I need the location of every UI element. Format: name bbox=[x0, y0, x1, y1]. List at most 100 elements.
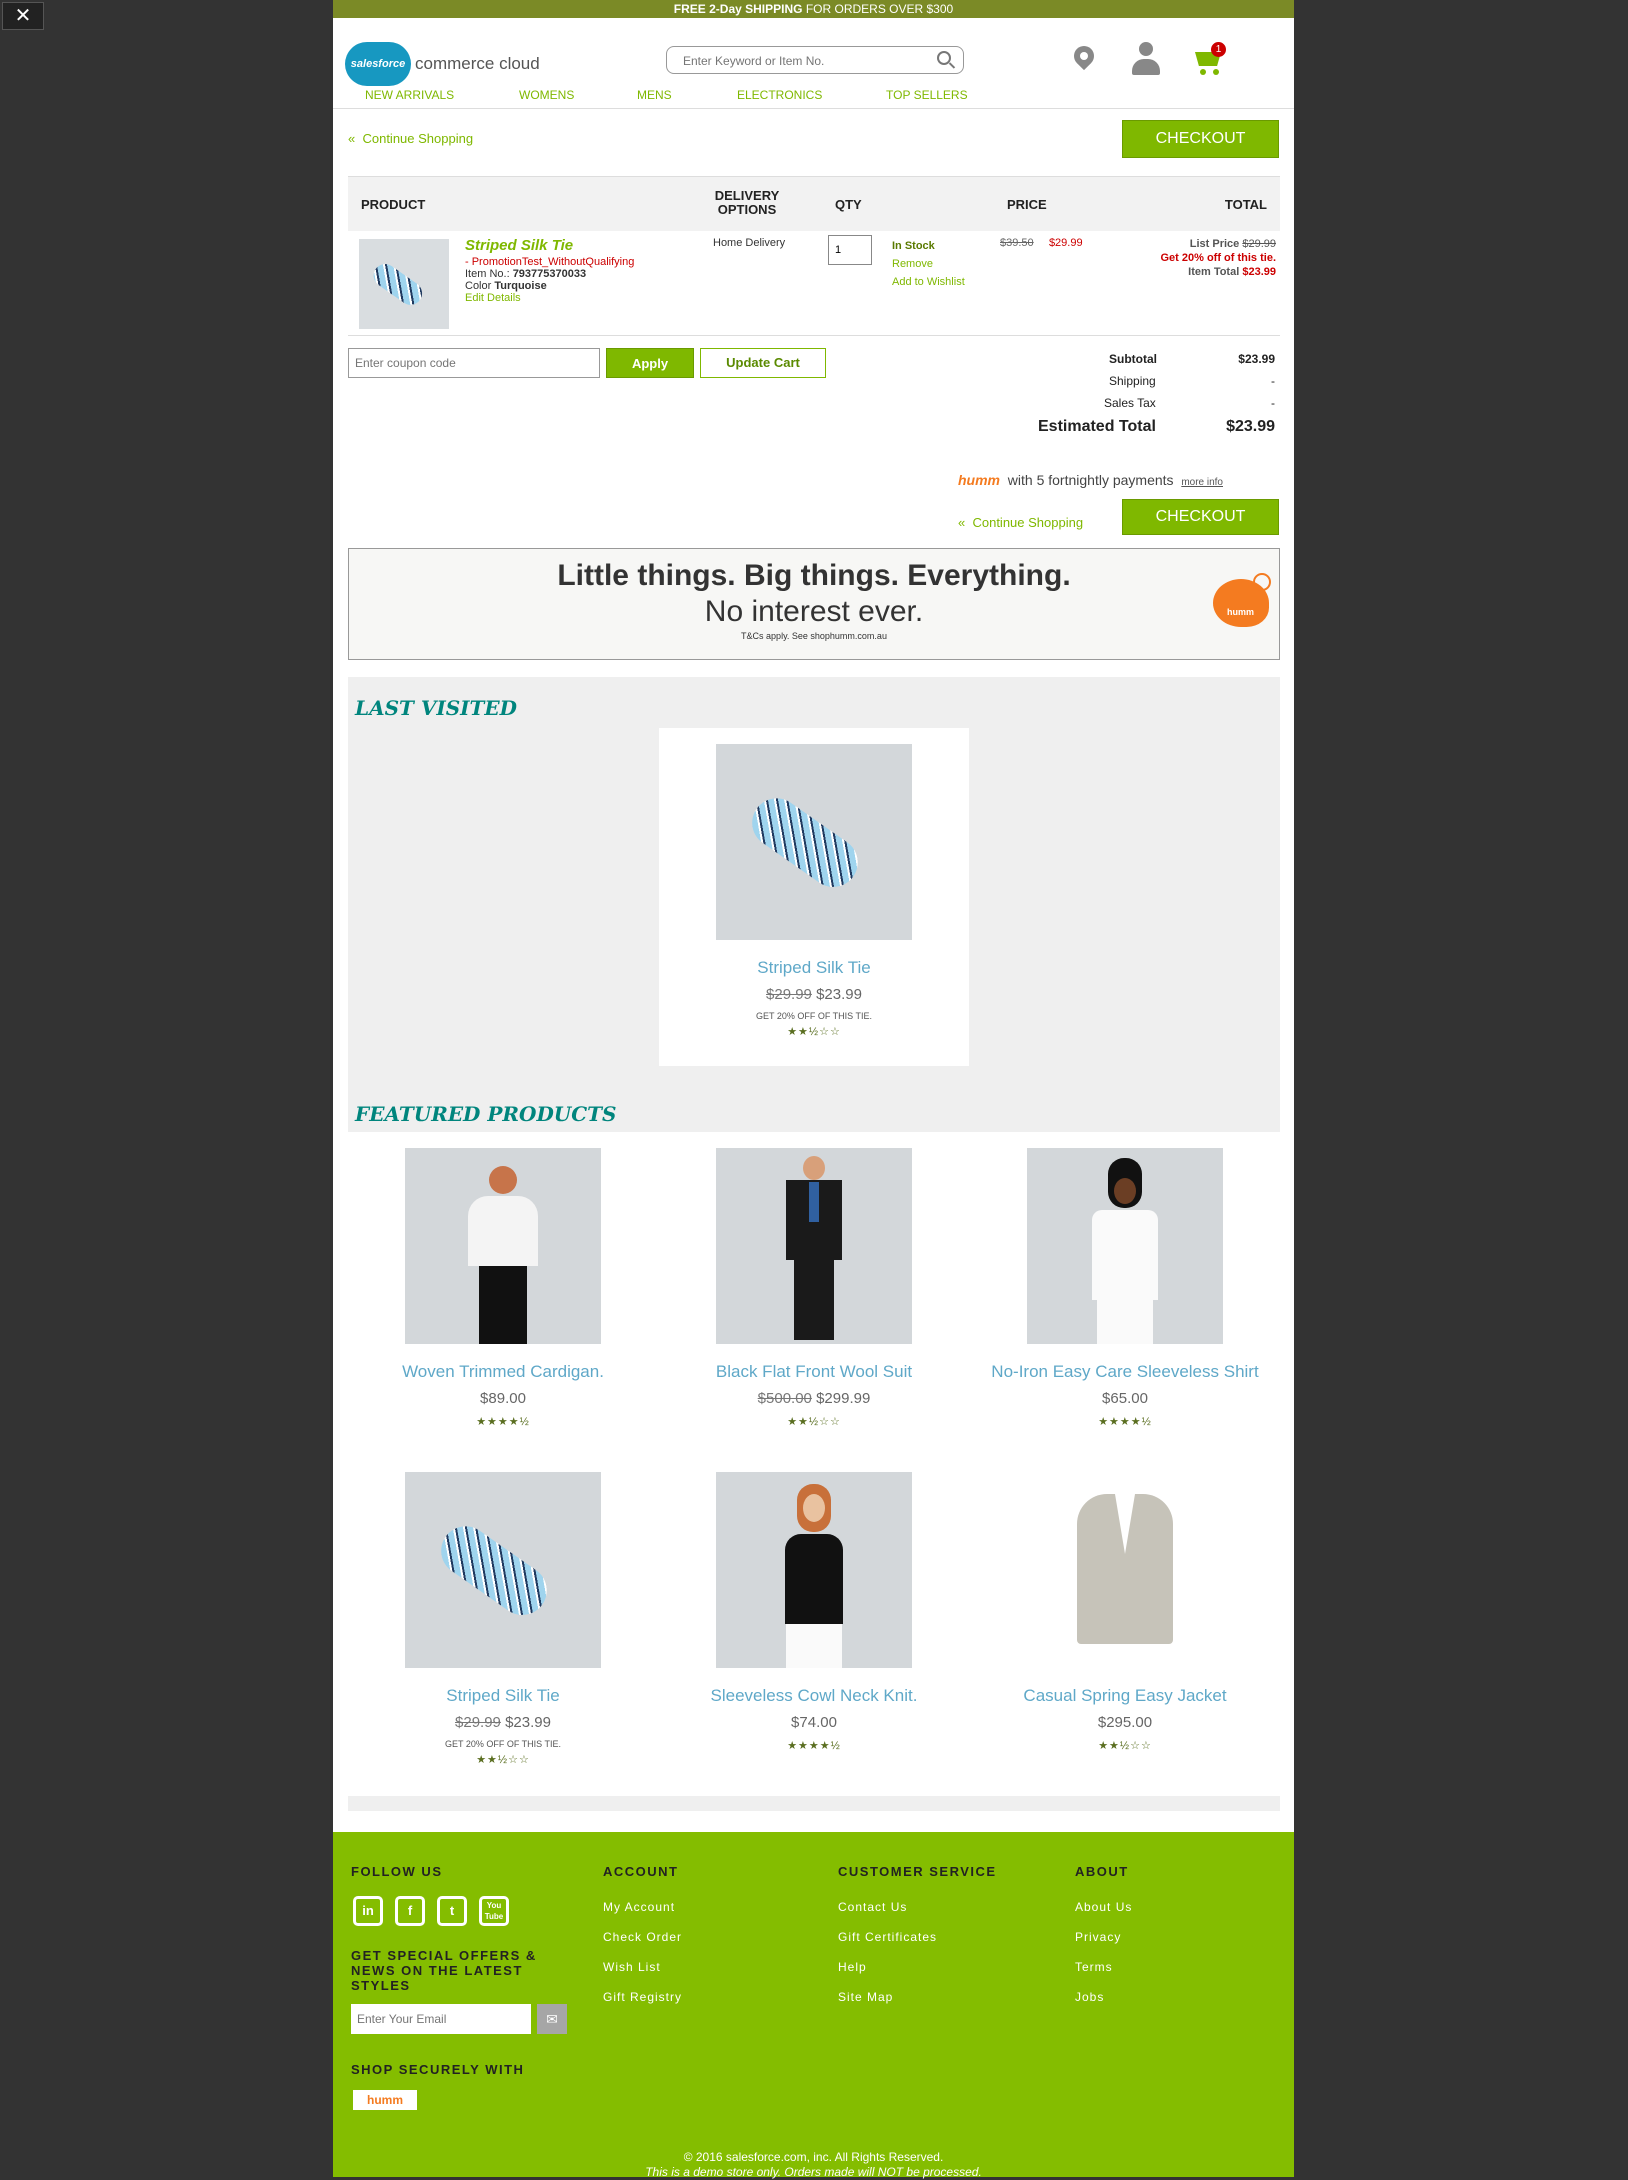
nav-top-sellers[interactable]: TOP SELLERS bbox=[886, 88, 968, 102]
estimated-total-label: Estimated Total bbox=[1038, 418, 1156, 435]
humm-logo-icon: humm bbox=[353, 2090, 417, 2110]
product-price: $89.00 bbox=[480, 1390, 526, 1407]
banner-subline: No interest ever. bbox=[704, 595, 924, 628]
stock-actions: In Stock Remove Add to Wishlist bbox=[892, 237, 965, 291]
product-image[interactable] bbox=[1027, 1472, 1223, 1668]
product-name[interactable]: No-Iron Easy Care Sleeveless Shirt bbox=[970, 1362, 1280, 1382]
featured-tile[interactable]: No-Iron Easy Care Sleeveless Shirt $65.0… bbox=[970, 1148, 1280, 1428]
continue-shopping-top[interactable]: « Continue Shopping bbox=[348, 131, 473, 146]
nav-new-arrivals[interactable]: NEW ARRIVALS bbox=[365, 88, 454, 102]
footer-link-about-us[interactable]: About Us bbox=[1075, 1900, 1132, 1914]
edit-details-link[interactable]: Edit Details bbox=[465, 292, 634, 304]
product-price: $295.00 bbox=[1097, 1714, 1153, 1731]
footer-link-site-map[interactable]: Site Map bbox=[838, 1990, 893, 2004]
item-color: Color Turquoise bbox=[465, 280, 547, 292]
product-image[interactable] bbox=[716, 744, 912, 940]
humm-text: with 5 fortnightly payments bbox=[1007, 472, 1174, 488]
demo-notice: This is a demo store only. Orders made w… bbox=[645, 2165, 982, 2179]
rating-stars-icon: ★★½☆☆ bbox=[787, 1026, 841, 1038]
estimated-total-value: $23.99 bbox=[1226, 418, 1275, 435]
product-info: Striped Silk Tie - PromotionTest_Without… bbox=[465, 237, 634, 304]
checkout-button-top[interactable]: CHECKOUT bbox=[1122, 120, 1279, 158]
humm-more-info-link[interactable]: more info bbox=[1181, 477, 1223, 488]
rating-stars-icon: ★★½☆☆ bbox=[787, 1416, 841, 1428]
add-to-wishlist-link[interactable]: Add to Wishlist bbox=[892, 273, 965, 291]
sales-tax-label: Sales Tax bbox=[1104, 396, 1156, 410]
product-name[interactable]: Striped Silk Tie bbox=[465, 237, 634, 254]
product-image[interactable] bbox=[1027, 1148, 1223, 1344]
featured-tile[interactable]: Woven Trimmed Cardigan. $89.00 ★★★★½ bbox=[348, 1148, 658, 1428]
quantity-input[interactable] bbox=[828, 235, 872, 265]
product-image[interactable] bbox=[405, 1148, 601, 1344]
product-name[interactable]: Woven Trimmed Cardigan. bbox=[348, 1362, 658, 1382]
footer-link-gift-certificates[interactable]: Gift Certificates bbox=[838, 1930, 937, 1944]
product-name[interactable]: Striped Silk Tie bbox=[659, 958, 969, 978]
logo[interactable]: salesforce commerce cloud bbox=[345, 42, 540, 86]
footer-link-privacy[interactable]: Privacy bbox=[1075, 1930, 1121, 1944]
coupon-input[interactable] bbox=[348, 348, 600, 378]
update-cart-button[interactable]: Update Cart bbox=[700, 348, 826, 378]
product-image[interactable] bbox=[716, 1472, 912, 1668]
continue-label: Continue Shopping bbox=[972, 515, 1084, 530]
store-locator-icon[interactable] bbox=[1069, 41, 1099, 71]
footer-link-jobs[interactable]: Jobs bbox=[1075, 1990, 1104, 2004]
search-icon[interactable] bbox=[937, 51, 951, 65]
follow-us-heading: FOLLOW US bbox=[351, 1864, 443, 1879]
featured-tile[interactable]: Striped Silk Tie $29.99 $23.99 Get 20% o… bbox=[348, 1472, 658, 1766]
product-image[interactable] bbox=[716, 1148, 912, 1344]
humm-banner[interactable]: Little things. Big things. Everything. N… bbox=[348, 548, 1280, 660]
nav-electronics[interactable]: ELECTRONICS bbox=[737, 88, 822, 102]
product-name[interactable]: Sleeveless Cowl Neck Knit. bbox=[659, 1686, 969, 1706]
discount-message: Get 20% off of this tie. bbox=[1160, 252, 1276, 264]
linkedin-icon[interactable]: in bbox=[353, 1896, 383, 1926]
checkout-button-bottom[interactable]: CHECKOUT bbox=[1122, 499, 1279, 535]
product-price: $74.00 bbox=[791, 1714, 837, 1731]
featured-tile[interactable]: Sleeveless Cowl Neck Knit. $74.00 ★★★★½ bbox=[659, 1472, 969, 1752]
user-icon[interactable] bbox=[1131, 42, 1161, 76]
subtotal-value: $23.99 bbox=[1238, 352, 1275, 366]
featured-products-title: FEATURED PRODUCTS bbox=[355, 1102, 617, 1126]
product-thumbnail[interactable] bbox=[359, 239, 449, 329]
footer-link-contact-us[interactable]: Contact Us bbox=[838, 1900, 907, 1914]
footer-link-help[interactable]: Help bbox=[838, 1960, 867, 1974]
search-input[interactable] bbox=[681, 47, 925, 75]
item-total: $23.99 bbox=[1242, 266, 1276, 278]
footer-link-my-account[interactable]: My Account bbox=[603, 1900, 675, 1914]
product-price: $65.00 bbox=[1102, 1390, 1148, 1407]
featured-tile[interactable]: Casual Spring Easy Jacket $295.00 ★★½☆☆ bbox=[970, 1472, 1280, 1752]
nav-mens[interactable]: MENS bbox=[637, 88, 672, 102]
remove-link[interactable]: Remove bbox=[892, 255, 965, 273]
nav-womens[interactable]: WOMENS bbox=[519, 88, 574, 102]
product-name[interactable]: Striped Silk Tie bbox=[348, 1686, 658, 1706]
product-image[interactable] bbox=[405, 1472, 601, 1668]
twitter-icon[interactable]: t bbox=[437, 1896, 467, 1926]
footer-link-terms[interactable]: Terms bbox=[1075, 1960, 1113, 1974]
continue-shopping-bottom[interactable]: « Continue Shopping bbox=[958, 515, 1083, 530]
continue-label: Continue Shopping bbox=[362, 131, 474, 146]
product-name[interactable]: Black Flat Front Wool Suit bbox=[659, 1362, 969, 1382]
product-name[interactable]: Casual Spring Easy Jacket bbox=[970, 1686, 1280, 1706]
footer-link-check-order[interactable]: Check Order bbox=[603, 1930, 682, 1944]
subtotal-label: Subtotal bbox=[1109, 352, 1157, 366]
footer-link-gift-registry[interactable]: Gift Registry bbox=[603, 1990, 682, 2004]
promo-bar: FREE 2-Day SHIPPING FOR ORDERS OVER $300 bbox=[333, 0, 1294, 18]
col-delivery: DELIVERY OPTIONS bbox=[714, 188, 780, 217]
last-visited-tile[interactable]: Striped Silk Tie $29.99 $23.99 Get 20% o… bbox=[659, 728, 969, 1066]
footer-link-wish-list[interactable]: Wish List bbox=[603, 1960, 661, 1974]
product-price: $29.99 $23.99 bbox=[766, 986, 862, 1003]
delivery-option: Home Delivery bbox=[713, 237, 786, 249]
apply-coupon-button[interactable]: Apply bbox=[606, 348, 694, 378]
offers-heading: GET SPECIAL OFFERS & NEWS ON THE LATEST … bbox=[351, 1948, 537, 1993]
envelope-icon[interactable]: ✉ bbox=[537, 2004, 567, 2034]
shipping-label: Shipping bbox=[1109, 374, 1156, 388]
featured-tile[interactable]: Black Flat Front Wool Suit $500.00 $299.… bbox=[659, 1148, 969, 1428]
facebook-icon[interactable]: f bbox=[395, 1896, 425, 1926]
email-signup-input[interactable] bbox=[351, 2004, 531, 2034]
about-heading: ABOUT bbox=[1075, 1864, 1129, 1879]
item-number: Item No.: 793775370033 bbox=[465, 268, 587, 280]
cart-count-badge: 1 bbox=[1211, 42, 1226, 57]
devtools-toggle-icon[interactable]: ✕ bbox=[2, 2, 44, 30]
double-chevron-left-icon: « bbox=[958, 515, 966, 530]
youtube-icon[interactable]: You Tube bbox=[479, 1896, 509, 1926]
cart-icon[interactable]: 1 bbox=[1193, 42, 1227, 76]
